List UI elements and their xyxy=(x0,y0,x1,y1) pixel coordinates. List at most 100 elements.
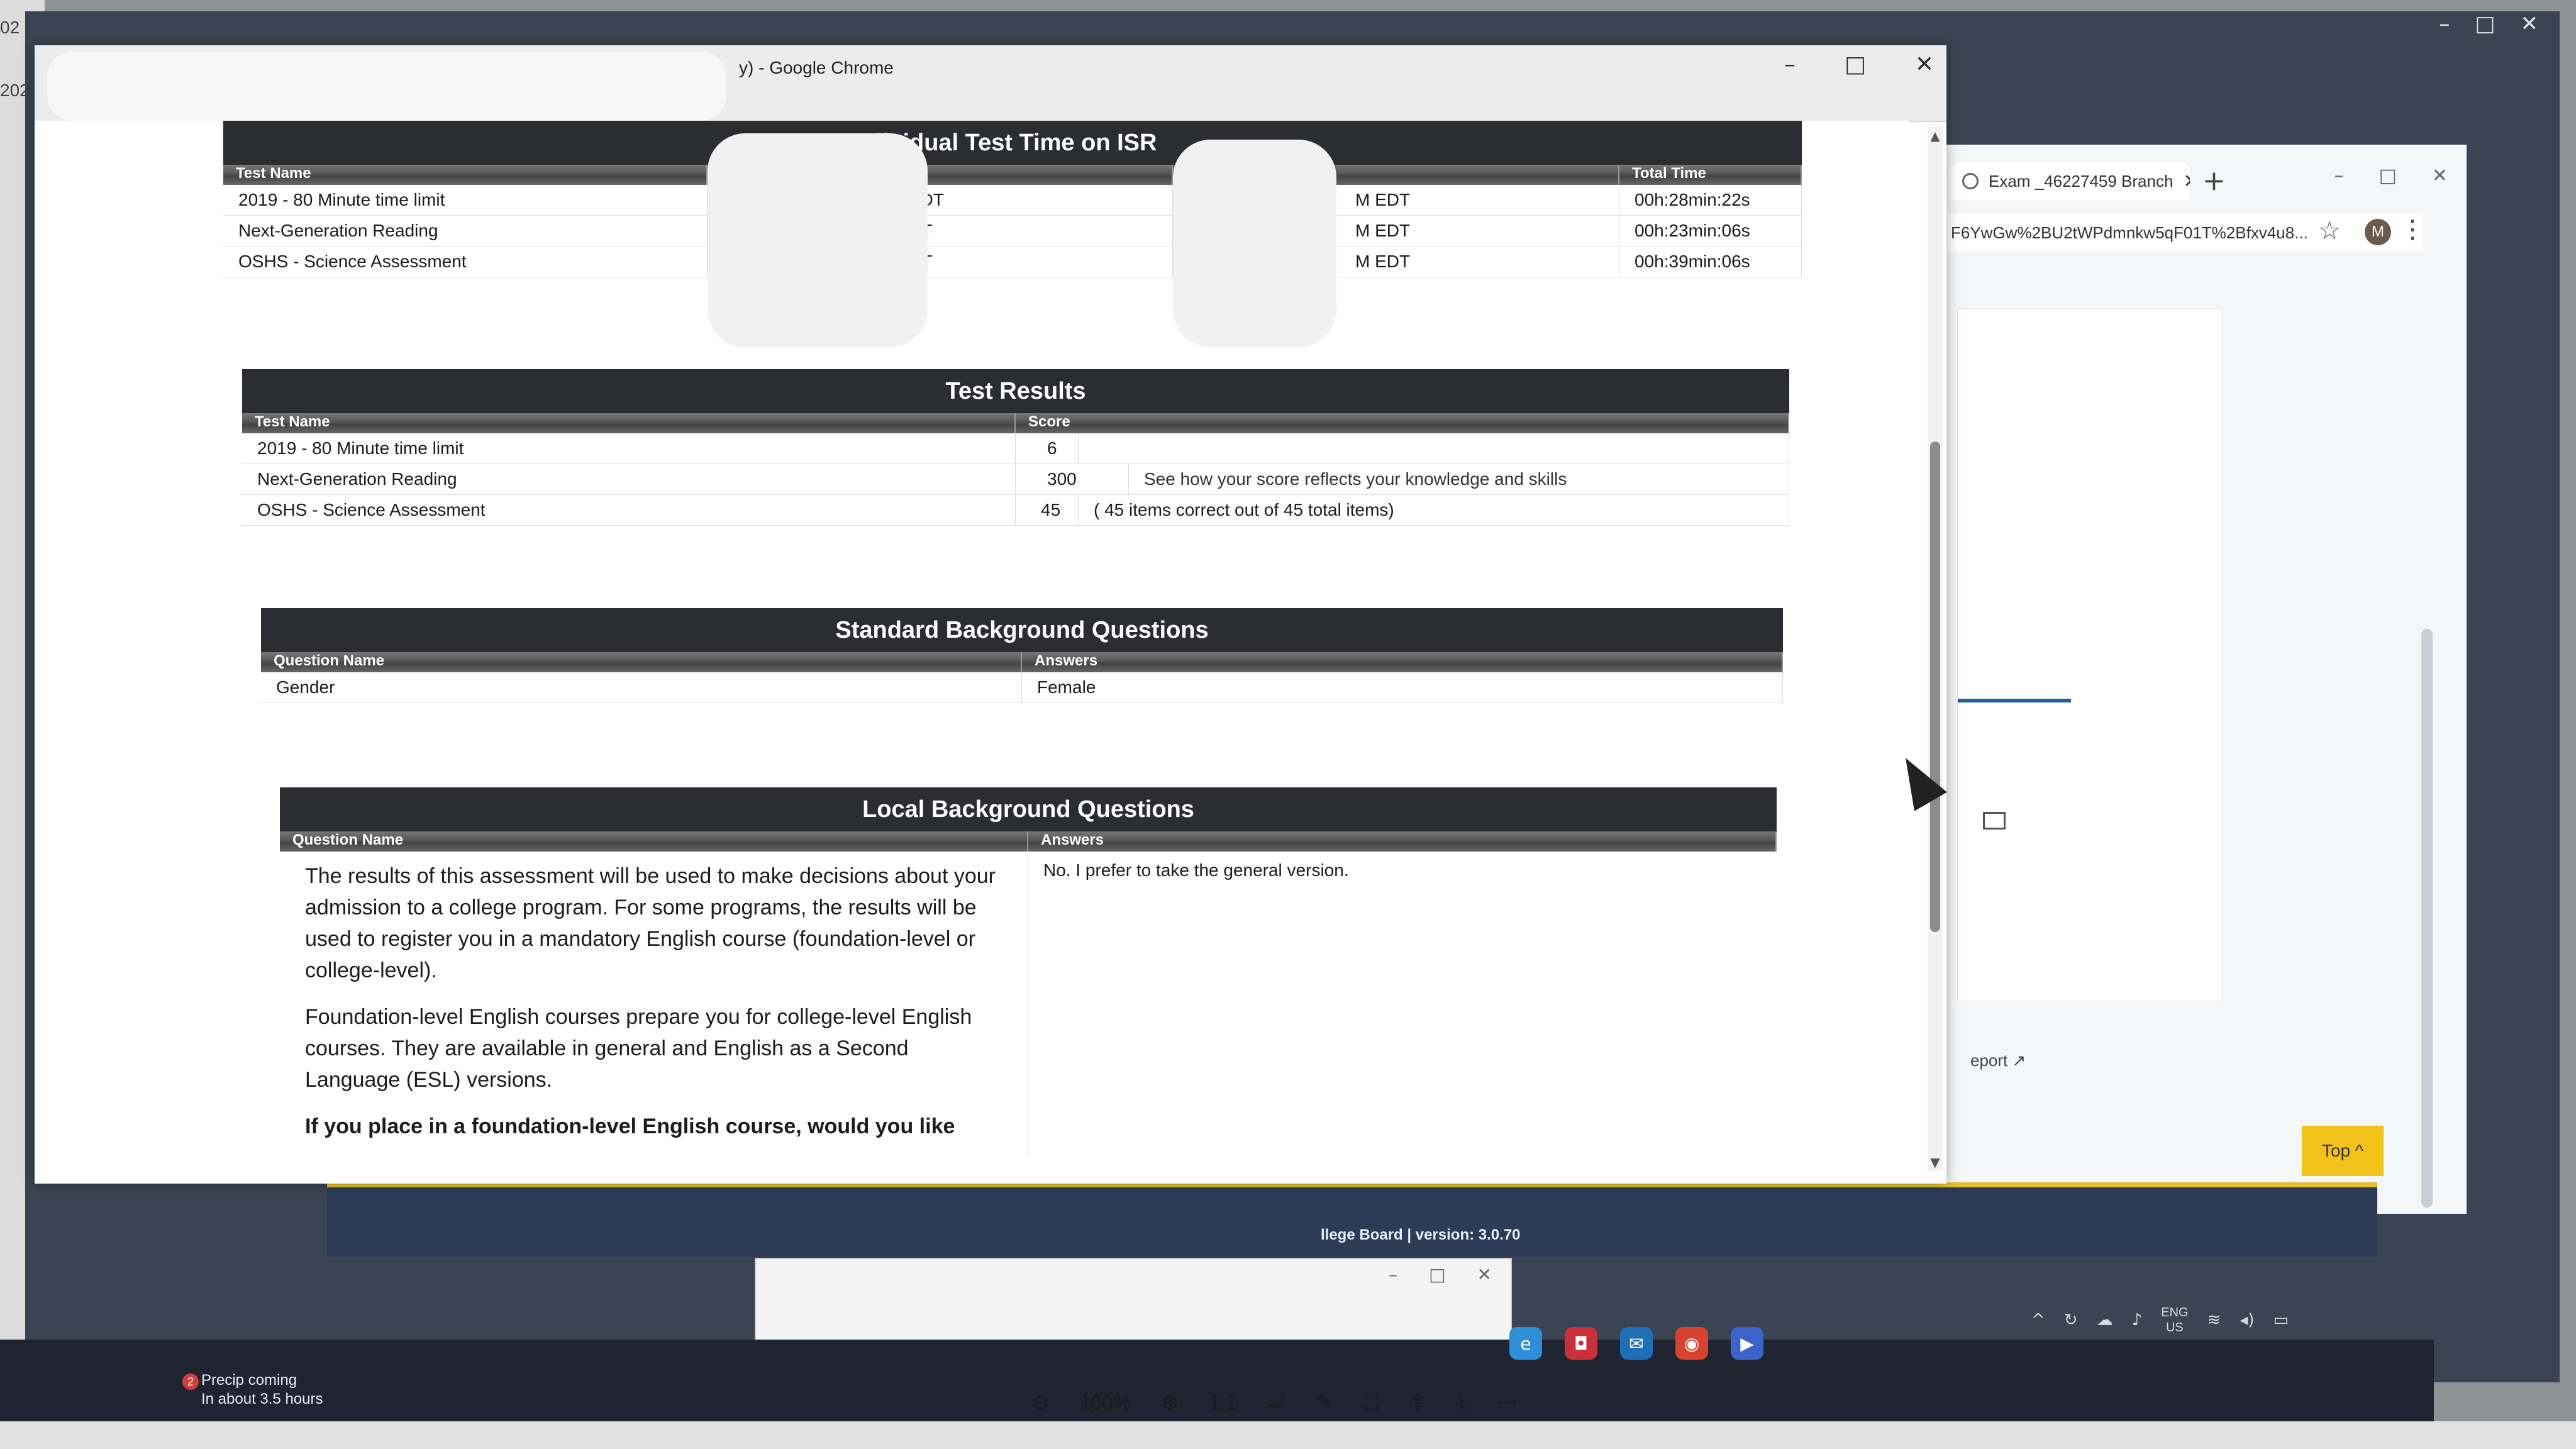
maximize-icon[interactable]: □ xyxy=(2475,11,2495,36)
question-paragraph-3: If you place in a foundation-level Engli… xyxy=(305,1114,955,1138)
col-total-time: Total Time xyxy=(1619,165,1802,185)
browser-menu-icon[interactable]: ⋮ xyxy=(2400,215,2425,244)
popup-window-controls: – □ ✕ xyxy=(1389,1264,1492,1285)
chrome-icon[interactable]: ◉ xyxy=(1675,1327,1708,1360)
score-note: ( 45 items correct out of 45 total items… xyxy=(1079,495,1789,525)
cloud-icon[interactable]: ☁ xyxy=(2097,1311,2113,1330)
maximize-icon[interactable]: □ xyxy=(2379,165,2397,187)
battery-icon[interactable]: ▭ xyxy=(2273,1311,2289,1330)
scroll-up-icon[interactable]: ▲ xyxy=(1928,128,1943,143)
volume-icon[interactable]: ◂) xyxy=(2240,1311,2254,1330)
local-question-row: The results of this assessment will be u… xyxy=(280,852,1777,1157)
background-tab[interactable]: Exam _46227459 Branch ✕ xyxy=(1951,162,2190,200)
main-browser-window: y) - Google Chrome – □ ✕ dividual Test T… xyxy=(35,45,1946,1184)
language-code: ENG xyxy=(2161,1306,2189,1319)
col-score: Score xyxy=(1016,413,1789,433)
viewer-controls: ⊖ 100% ⊕ 1:1 ⤾ ✎ ⛶ ⇪ ⤓ ⋯ xyxy=(1031,1390,1518,1415)
total-time-cell: 00h:39min:06s xyxy=(1619,247,1802,277)
minimize-icon[interactable]: – xyxy=(1389,1264,1397,1285)
table-row: 2019 - 80 Minute time limit EDT M EDT 00… xyxy=(223,185,1802,216)
score-cell: 6 xyxy=(1016,433,1079,464)
tray-overflow-icon[interactable]: ^ xyxy=(2031,1311,2045,1330)
microphone-icon[interactable]: ♪ xyxy=(2132,1311,2143,1330)
test-time-column-headers: Test Name Total Time xyxy=(223,165,1802,185)
background-window-controls: – □ ✕ xyxy=(2334,165,2448,187)
redacted-region xyxy=(708,133,928,347)
background-page-panel: eport ↗ xyxy=(1957,308,2223,1070)
col-question-name: Question Name xyxy=(261,652,1022,672)
mail-icon[interactable] xyxy=(1983,812,2006,830)
col-answers: Answers xyxy=(1028,831,1777,852)
background-scrollbar[interactable] xyxy=(2421,629,2433,1208)
rotate-icon[interactable]: ⤾ xyxy=(1267,1390,1285,1415)
total-time-cell: 00h:28min:22s xyxy=(1619,185,1802,215)
test-name-cell: Next-Generation Reading xyxy=(242,464,1016,494)
system-tray: ^ ↻ ☁ ♪ ENG US ≋ ◂) ▭ xyxy=(2031,1305,2289,1335)
outlook-icon[interactable]: ✉ xyxy=(1620,1327,1653,1360)
standard-column-headers: Question Name Answers xyxy=(261,652,1783,672)
download-icon[interactable]: ⤓ xyxy=(1457,1390,1466,1415)
background-tab-title: Exam _46227459 Branch xyxy=(1989,171,2174,191)
window-controls: – □ ✕ xyxy=(1784,52,1934,77)
table-row: Gender Female xyxy=(261,672,1783,703)
minimize-icon[interactable]: – xyxy=(2334,165,2344,187)
test-name-cell: 2019 - 80 Minute time limit xyxy=(242,433,1016,464)
new-tab-button[interactable]: + xyxy=(2202,165,2226,197)
edit-icon[interactable]: ✎ xyxy=(1316,1390,1334,1415)
redacted-region xyxy=(47,52,726,121)
maximize-icon[interactable]: □ xyxy=(1429,1264,1445,1285)
test-time-heading: dividual Test Time on ISR xyxy=(223,121,1802,165)
profile-avatar[interactable]: M xyxy=(2365,219,2391,245)
notification-badge: 2 xyxy=(182,1374,199,1390)
close-icon[interactable]: ✕ xyxy=(1915,52,1934,77)
local-question-text: The results of this assessment will be u… xyxy=(280,852,1028,1157)
scrollbar-thumb[interactable] xyxy=(1930,441,1940,932)
language-indicator[interactable]: ENG US xyxy=(2161,1305,2188,1335)
test-name-cell: OSHS - Science Assessment xyxy=(242,495,1016,525)
question-paragraph-2: Foundation-level English courses prepare… xyxy=(305,1005,972,1092)
test-time-section: dividual Test Time on ISR Test Name Tota… xyxy=(223,121,1802,347)
close-icon[interactable]: ✕ xyxy=(2521,11,2539,36)
share-icon[interactable]: ⇪ xyxy=(1409,1390,1427,1415)
page-footer-strip xyxy=(327,1182,2377,1257)
main-scrollbar[interactable]: ▲ ▼ xyxy=(1928,127,1943,1171)
col-answers: Answers xyxy=(1022,652,1783,672)
col-test-name: Test Name xyxy=(223,165,708,185)
minimize-icon[interactable]: – xyxy=(1784,52,1796,77)
close-icon[interactable]: ✕ xyxy=(2432,165,2448,187)
wifi-icon[interactable]: ≋ xyxy=(2207,1311,2221,1330)
minimize-icon[interactable]: – xyxy=(2439,11,2450,36)
table-row: Next-Generation Reading DT M EDT 00h:23m… xyxy=(223,216,1802,247)
maximize-icon[interactable]: □ xyxy=(1845,52,1866,77)
photo-viewer-toolbar xyxy=(0,1421,2576,1449)
accent-underline xyxy=(1958,699,2071,702)
score-reflection-link[interactable]: See how your score reflects your knowled… xyxy=(1129,464,1789,494)
answer-cell: Female xyxy=(1022,672,1783,702)
edge-icon[interactable]: e xyxy=(1509,1327,1542,1360)
window-title: y) - Google Chrome xyxy=(739,58,894,77)
actual-size-button[interactable]: 1:1 xyxy=(1209,1391,1237,1414)
background-browser-window: Exam _46227459 Branch ✕ + – □ ✕ F6YwGw%2… xyxy=(1937,145,2467,1214)
test-results-section: Test Results Test Name Score 2019 - 80 M… xyxy=(242,369,1789,526)
top-button[interactable]: Top ^ xyxy=(2302,1126,2384,1176)
close-icon[interactable]: ✕ xyxy=(1477,1264,1492,1285)
more-icon[interactable]: ⋯ xyxy=(1497,1390,1518,1415)
standard-background-heading: Standard Background Questions xyxy=(261,608,1783,652)
shield-icon[interactable]: ◘ xyxy=(1565,1327,1597,1360)
zoom-in-icon[interactable]: ⊕ xyxy=(1161,1390,1179,1415)
sync-icon[interactable]: ↻ xyxy=(2064,1311,2078,1330)
col-question-name: Question Name xyxy=(280,831,1028,852)
report-link[interactable]: eport ↗ xyxy=(1970,1051,2026,1070)
standard-background-section: Standard Background Questions Question N… xyxy=(261,608,1783,703)
address-bar[interactable]: F6YwGw%2BU2tWPdmnkw5qF01T%2Bfxv4u8... xyxy=(1945,214,2423,252)
outer-window-controls: – □ ✕ xyxy=(2439,11,2538,36)
table-row: OSHS - Science Assessment 45 ( 45 items … xyxy=(242,495,1789,526)
zoom-out-icon[interactable]: ⊖ xyxy=(1031,1390,1050,1415)
crop-icon[interactable]: ⛶ xyxy=(1363,1390,1379,1415)
scroll-down-icon[interactable]: ▼ xyxy=(1928,1155,1943,1170)
bookmark-star-icon[interactable]: ☆ xyxy=(2318,216,2341,245)
weather-notification[interactable]: 2 Precip coming In about 3.5 hours xyxy=(182,1371,323,1409)
test-name-cell: Next-Generation Reading xyxy=(223,216,708,246)
zoom-icon[interactable]: ▶ xyxy=(1731,1327,1763,1360)
tab-close-icon[interactable]: ✕ xyxy=(2183,170,2190,192)
